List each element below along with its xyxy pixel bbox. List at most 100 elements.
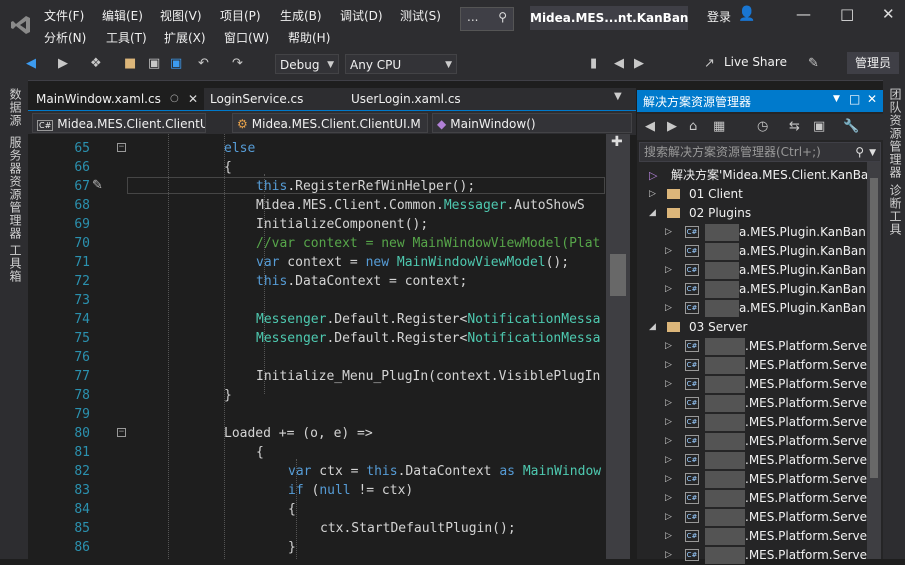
undo-icon[interactable]: ↶	[198, 56, 209, 72]
solution-scrollbar[interactable]	[867, 162, 881, 559]
menu-edit[interactable]: 编辑(E)	[102, 8, 143, 24]
feedback-icon[interactable]: ✎	[808, 56, 819, 72]
collapsed-triangle-icon[interactable]: ▷	[665, 508, 672, 527]
open-icon[interactable]: ■	[124, 56, 136, 72]
collapsed-triangle-icon[interactable]: ▷	[665, 413, 672, 432]
collapsed-triangle-icon[interactable]: ▷	[649, 185, 656, 204]
scroll-thumb[interactable]	[870, 178, 878, 478]
project-combo[interactable]: C# Midea.MES.Client.ClientUI	[32, 113, 206, 133]
collapsed-triangle-icon[interactable]: ▷	[665, 261, 672, 280]
menu-view[interactable]: 视图(V)	[160, 8, 202, 24]
menu-help[interactable]: 帮助(H)	[288, 30, 330, 46]
login-link[interactable]: 登录	[707, 8, 731, 25]
new-project-icon[interactable]: ❖	[90, 56, 102, 72]
tree-project[interactable]: ▷ C# .MES.Platform.Server	[637, 413, 867, 432]
tree-folder[interactable]: ◢ 03 Server	[637, 318, 867, 337]
collapsed-triangle-icon[interactable]: ▷	[665, 451, 672, 470]
minimize-icon[interactable]: —	[796, 5, 811, 23]
fold-toggle-icon[interactable]: −	[117, 428, 126, 437]
tree-project[interactable]: ▷ C# .MES.Platform.Server	[637, 337, 867, 356]
back-icon[interactable]: ◀	[645, 119, 655, 135]
collapsed-triangle-icon[interactable]: ▷	[665, 470, 672, 489]
code-line[interactable]: 65 − else	[28, 139, 620, 158]
tab-data-sources[interactable]: 数据源	[7, 88, 24, 127]
tree-project[interactable]: ▷ C# a.MES.Plugin.KanBan.S	[637, 280, 867, 299]
tree-folder[interactable]: ◢ 02 Plugins	[637, 204, 867, 223]
user-icon[interactable]: 👤	[738, 6, 755, 22]
menu-tools[interactable]: 工具(T)	[106, 30, 147, 46]
collapsed-triangle-icon[interactable]: ▷	[665, 546, 672, 565]
code-line[interactable]: 81 {	[28, 443, 620, 462]
sync-icon[interactable]: ⇆	[789, 119, 800, 135]
tab-server-explorer[interactable]: 服务器资源管理器	[7, 136, 24, 240]
tab-team-explorer[interactable]: 团队资源管理器	[887, 88, 904, 179]
tab-loginservice[interactable]: LoginService.cs	[202, 88, 342, 110]
code-line[interactable]: 78}	[28, 386, 620, 405]
chevron-down-icon[interactable]: ▼	[869, 144, 876, 162]
solution-root[interactable]: ▷ 解决方案'Midea.MES.Client.KanBan	[637, 166, 867, 185]
code-line[interactable]: 74 Messenger.Default.Register<Notificatio…	[28, 310, 620, 329]
menu-extensions[interactable]: 扩展(X)	[164, 30, 206, 46]
tree-project[interactable]: ▷ C# .MES.Platform.Server	[637, 489, 867, 508]
tab-mainwindow[interactable]: MainWindow.xaml.cs ○ ✕	[28, 88, 204, 110]
tree-project[interactable]: ▷ C# .MES.Platform.Server	[637, 432, 867, 451]
fold-toggle-icon[interactable]: −	[117, 143, 126, 152]
tab-diagnostic-tools[interactable]: 诊断工具	[887, 184, 904, 236]
properties-wrench-icon[interactable]: 🔧	[843, 119, 859, 135]
vs-logo-icon[interactable]	[10, 14, 32, 36]
tab-overflow-icon[interactable]: ▼	[614, 91, 622, 102]
platform-combo[interactable]: Any CPU ▼	[345, 54, 457, 74]
code-line[interactable]: 79	[28, 405, 620, 424]
forward-icon[interactable]: ▶	[667, 119, 677, 135]
tab-toolbox[interactable]: 工具箱	[7, 244, 24, 283]
expanded-triangle-icon[interactable]: ◢	[649, 204, 656, 223]
maximize-icon[interactable]: □	[840, 5, 854, 23]
home-icon[interactable]: ⌂	[689, 119, 697, 135]
code-line[interactable]: 84 {	[28, 500, 620, 519]
collapsed-triangle-icon[interactable]: ▷	[665, 394, 672, 413]
menu-test[interactable]: 测试(S)	[400, 8, 441, 24]
code-editor[interactable]: 65− else 66{67 this.RegisterRefWinHelper();…	[28, 134, 620, 559]
menu-project[interactable]: 项目(P)	[220, 8, 261, 24]
tree-project[interactable]: ▷ C# a.MES.Plugin.KanBan.T	[637, 299, 867, 318]
tab-userlogin[interactable]: UserLogin.xaml.cs	[343, 88, 503, 110]
collapsed-triangle-icon[interactable]: ▷	[665, 223, 672, 242]
menu-file[interactable]: 文件(F)	[44, 8, 84, 24]
tree-project[interactable]: ▷ C# a.MES.Plugin.KanBan.K	[637, 223, 867, 242]
pin-icon[interactable]: □	[849, 92, 860, 106]
code-line[interactable]: 85 ctx.StartDefaultPlugin();	[28, 519, 620, 538]
collapsed-triangle-icon[interactable]: ▷	[665, 527, 672, 546]
tree-folder[interactable]: ▷ 01 Client	[637, 185, 867, 204]
solution-search-input[interactable]: 搜索解决方案资源管理器(Ctrl+;) ⚲ ▼	[639, 142, 881, 162]
menu-window[interactable]: 窗口(W)	[224, 30, 269, 46]
scroll-thumb[interactable]	[610, 254, 626, 296]
code-line[interactable]: 69 InitializeComponent();	[28, 215, 620, 234]
collapsed-triangle-icon[interactable]: ▷	[665, 299, 672, 318]
collapsed-triangle-icon[interactable]: ▷	[665, 432, 672, 451]
close-icon[interactable]: ✕	[882, 5, 895, 23]
code-line[interactable]: 86}	[28, 538, 620, 557]
code-line[interactable]: 83 if (null != ctx)	[28, 481, 620, 500]
back-icon[interactable]: ◀	[26, 56, 36, 72]
bookmark-prev-icon[interactable]: ◀	[614, 56, 624, 72]
live-share-button[interactable]: Live Share	[724, 55, 787, 69]
chevron-down-icon[interactable]: ▼	[833, 94, 840, 104]
pin-icon[interactable]: ○	[170, 88, 179, 110]
menu-analyze[interactable]: 分析(N)	[44, 30, 86, 46]
collapsed-triangle-icon[interactable]: ▷	[665, 489, 672, 508]
switch-views-icon[interactable]: ▦	[713, 119, 725, 135]
code-line[interactable]: 70 //var context = new MainWindowViewMode…	[28, 234, 620, 253]
tree-project[interactable]: ▷ C# a.MES.Plugin.KanBan.L	[637, 242, 867, 261]
code-line[interactable]: 73	[28, 291, 620, 310]
class-combo[interactable]: ⚙ Midea.MES.Client.ClientUI.M	[232, 113, 428, 133]
collapse-all-icon[interactable]: ▣	[813, 119, 825, 135]
live-share-icon[interactable]: ↗	[704, 56, 715, 72]
tree-project[interactable]: ▷ C# .MES.Platform.Server	[637, 451, 867, 470]
redo-icon[interactable]: ↷	[232, 56, 243, 72]
tree-project[interactable]: ▷ C# a.MES.Plugin.KanBan.L	[637, 261, 867, 280]
tree-project[interactable]: ▷ C# .MES.Platform.Server	[637, 546, 867, 565]
tree-project[interactable]: ▷ C# .MES.Platform.Server	[637, 394, 867, 413]
tree-project[interactable]: ▷ C# .MES.Platform.Server	[637, 527, 867, 546]
member-combo[interactable]: ◆ MainWindow()	[432, 113, 632, 133]
close-icon[interactable]: ✕	[188, 88, 198, 110]
